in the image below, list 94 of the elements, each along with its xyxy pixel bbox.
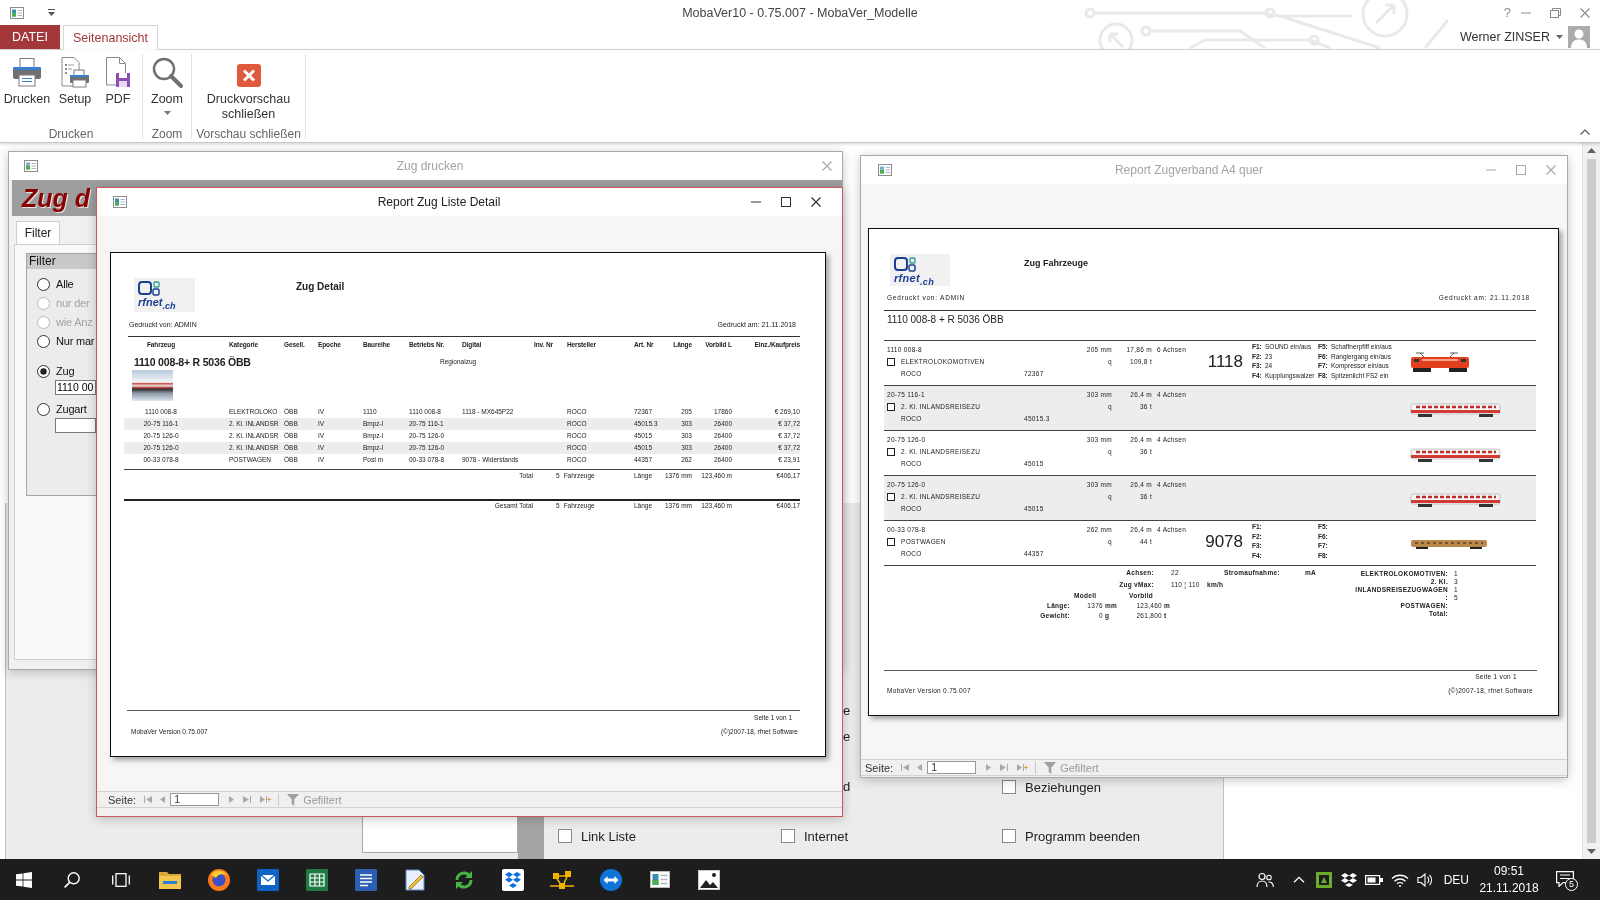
- decoder-address: 1118: [1207, 352, 1243, 372]
- close-preview-button[interactable]: Druckvorschau schließen: [198, 54, 299, 122]
- notification-count: 5: [1565, 877, 1578, 891]
- radio-option[interactable]: Nur mar: [37, 334, 95, 348]
- diamond-tile-icon[interactable]: [501, 868, 524, 891]
- people-icon[interactable]: [1255, 871, 1274, 888]
- vertical-scrollbar[interactable]: [1582, 143, 1600, 859]
- pencil-page-icon[interactable]: [403, 868, 426, 891]
- language-indicator[interactable]: DEU: [1443, 872, 1469, 887]
- train-name: 1110 008-8 + R 5036 ÖBB: [887, 314, 1004, 325]
- task-view-icon[interactable]: [111, 872, 130, 887]
- document-icon[interactable]: [354, 868, 377, 891]
- funnel-icon: [1044, 761, 1057, 774]
- clock-time: 09:51: [1494, 862, 1524, 880]
- checkbox-option[interactable]: Internet: [781, 828, 849, 844]
- logo-text: rfnet$_{.ch}$: [894, 272, 935, 289]
- document-disk-icon: [105, 56, 131, 88]
- clock[interactable]: 09:51 21.11.2018: [1480, 862, 1538, 897]
- form-icon: [24, 160, 38, 172]
- option-label: d: [843, 779, 851, 795]
- pdf-button[interactable]: PDF: [99, 54, 137, 107]
- wifi-icon[interactable]: [1390, 872, 1409, 887]
- ribbon-group-label: Zoom: [151, 127, 183, 141]
- mail-icon[interactable]: [256, 868, 279, 891]
- close-icon[interactable]: [811, 197, 821, 207]
- radio-option[interactable]: Zug: [37, 364, 75, 378]
- scroll-up-icon[interactable]: [1587, 148, 1596, 153]
- list-field[interactable]: [362, 816, 518, 853]
- report-heading: Zug Detail: [296, 281, 345, 293]
- radio-option[interactable]: Alle: [37, 277, 74, 291]
- form-heading: Zug d: [22, 183, 91, 213]
- locomotive-drawing: [1410, 350, 1470, 373]
- page-setup-icon: [60, 56, 90, 88]
- folder-icon[interactable]: [158, 870, 181, 889]
- customize-caret-icon[interactable]: [48, 9, 55, 16]
- checkbox-option[interactable]: Link Liste: [558, 828, 636, 844]
- ribbon-tab[interactable]: Seitenansicht: [63, 25, 159, 50]
- tile-icon[interactable]: [1315, 871, 1332, 888]
- scroll-down-icon[interactable]: [1587, 849, 1596, 854]
- train-name: 1110 008-8+ R 5036 ÖBB: [134, 356, 251, 368]
- report-heading: Zug Fahrzeuge: [1024, 257, 1088, 269]
- text-field[interactable]: [55, 418, 96, 433]
- help-button[interactable]: ?: [1503, 5, 1511, 20]
- globe-icon[interactable]: [207, 868, 230, 891]
- window-title: Zug drucken: [396, 159, 464, 173]
- collapse-ribbon-icon[interactable]: [1580, 129, 1590, 135]
- app-title: MobaVer10 - 0.75.007 - MobaVer_Modelle: [682, 5, 918, 20]
- radio-option[interactable]: Zugart: [37, 402, 87, 416]
- battery-icon[interactable]: [1364, 873, 1383, 886]
- clock-date: 21.11.2018: [1479, 879, 1539, 897]
- chevron-up-icon[interactable]: [1292, 876, 1305, 883]
- picture-icon[interactable]: [697, 869, 720, 890]
- photo-placeholder: [132, 370, 173, 401]
- zoom-button[interactable]: Zoom: [143, 54, 191, 115]
- print-button[interactable]: Drucken: [3, 54, 51, 107]
- window-title: Report Zugverband A4 quer: [1114, 163, 1264, 177]
- caret-icon[interactable]: [1556, 35, 1563, 39]
- speaker-icon[interactable]: [1416, 872, 1433, 887]
- page-label: Seite:: [108, 793, 137, 806]
- restore-icon[interactable]: [1550, 7, 1561, 18]
- maximize-icon[interactable]: [781, 197, 791, 207]
- setup-button[interactable]: Setup: [54, 54, 96, 107]
- form-icon: [113, 196, 127, 208]
- filter-tab[interactable]: Filter: [16, 221, 60, 244]
- window-icon[interactable]: [649, 871, 670, 888]
- close-icon: [235, 63, 262, 88]
- zoom-icon: [151, 56, 183, 88]
- network-nodes-icon[interactable]: [549, 868, 574, 891]
- scrollbar-thumb[interactable]: [1587, 159, 1596, 843]
- logo-text: rfnet$_{.ch}$: [138, 296, 176, 313]
- window-title: Report Zug Liste Detail: [377, 195, 501, 209]
- start-icon[interactable]: [15, 871, 32, 888]
- ribbon-group-label: Vorschau schließen: [196, 127, 301, 141]
- decoder-address: 9078: [1205, 532, 1243, 552]
- page-label: Seite:: [865, 761, 894, 774]
- app-icon: [10, 6, 24, 19]
- option-label: e: [843, 729, 851, 745]
- form-icon: [878, 164, 892, 176]
- printer-icon: [11, 56, 43, 88]
- checkbox-option[interactable]: Beziehungen: [1002, 779, 1101, 795]
- diamond-pattern-icon[interactable]: [1340, 872, 1357, 887]
- double-arrow-circle-icon[interactable]: [599, 868, 622, 891]
- ribbon-group-label: Drucken: [48, 127, 94, 141]
- option-label: e: [843, 703, 851, 719]
- page-number-field[interactable]: 1: [170, 793, 220, 806]
- file-tab[interactable]: DATEI: [0, 25, 60, 49]
- checkbox-option[interactable]: Programm beenden: [1002, 828, 1140, 844]
- search-icon[interactable]: [63, 871, 80, 888]
- page-number-field[interactable]: 1: [927, 761, 977, 774]
- speech-bubble-icon[interactable]: [1556, 870, 1574, 887]
- funnel-icon: [287, 793, 300, 806]
- user-name[interactable]: Werner ZINSER: [1459, 30, 1550, 44]
- spreadsheet-icon[interactable]: [305, 868, 328, 891]
- text-field[interactable]: 1110 00: [55, 380, 96, 395]
